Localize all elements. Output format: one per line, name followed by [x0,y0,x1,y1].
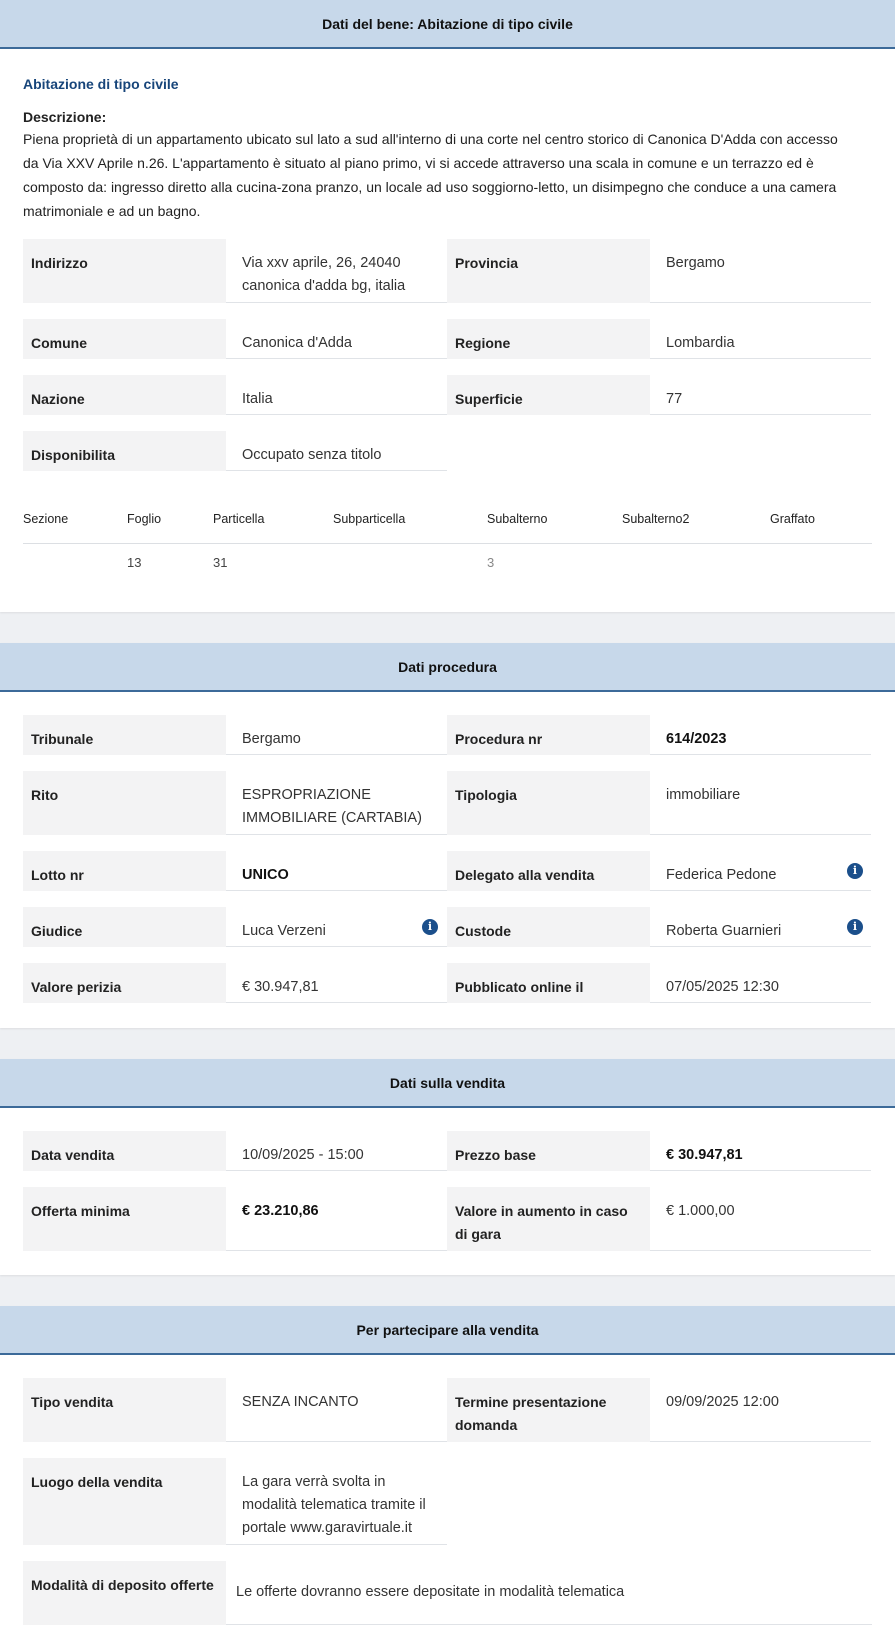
description-text: Piena proprietà di un appartamento ubica… [23,131,838,219]
catasto-header-graffato: Graffato [770,512,815,526]
value-tipologia: immobiliare [650,771,871,835]
label-superficie: Superficie [447,375,650,415]
label-custode: Custode [447,907,650,947]
custode-info-icon[interactable]: i [847,919,863,935]
value-valore-perizia: € 30.947,81 [226,963,447,1003]
value-valore-aumento: € 1.000,00 [650,1187,871,1251]
label-provincia: Provincia [447,239,650,303]
panel-dati-vendita: Dati sulla vendita Data vendita 10/09/20… [0,1059,895,1275]
value-data-vendita: 10/09/2025 - 15:00 [226,1131,447,1171]
catasto-header-subalterno2: Subalterno2 [622,512,690,526]
label-valore-perizia: Valore perizia [23,963,226,1003]
label-modalita-deposito: Modalità di deposito offerte [23,1561,226,1625]
panel-dati-bene: Dati del bene: Abitazione di tipo civile… [0,0,895,612]
value-regione: Lombardia [650,319,871,359]
panel-header: Per partecipare alla vendita [0,1306,895,1355]
label-data-vendita: Data vendita [23,1131,226,1171]
delegato-info-icon[interactable]: i [847,863,863,879]
value-nazione: Italia [226,375,447,415]
value-luogo-vendita: La gara verrà svolta in modalità telemat… [226,1458,447,1545]
label-rito: Rito [23,771,226,835]
value-indirizzo: Via xxv aprile, 26, 24040 canonica d'add… [226,239,447,303]
value-comune: Canonica d'Adda [226,319,447,359]
value-modalita-deposito: Le offerte dovranno essere depositate in… [226,1561,872,1625]
label-indirizzo: Indirizzo [23,239,226,303]
value-prezzo-base: € 30.947,81 [650,1131,871,1171]
catasto-header-subalterno: Subalterno [487,512,548,526]
label-nazione: Nazione [23,375,226,415]
label-procedura-nr: Procedura nr [447,715,650,755]
label-valore-aumento: Valore in aumento in caso di gara [447,1187,650,1251]
label-prezzo-base: Prezzo base [447,1131,650,1171]
label-luogo-vendita: Luogo della vendita [23,1458,226,1545]
value-pubblicato: 07/05/2025 12:30 [650,963,871,1003]
value-delegato: Federica Pedone [650,851,871,891]
label-tribunale: Tribunale [23,715,226,755]
panel-header: Dati procedura [0,643,895,692]
panel-header: Dati del bene: Abitazione di tipo civile [0,0,895,49]
label-pubblicato: Pubblicato online il [447,963,650,1003]
value-disponibilita: Occupato senza titolo [226,431,447,471]
value-provincia: Bergamo [650,239,871,303]
label-termine-domanda: Termine presentazione domanda [447,1378,650,1442]
panel-header: Dati sulla vendita [0,1059,895,1108]
catasto-header-particella: Particella [213,512,265,526]
label-tipologia: Tipologia [447,771,650,835]
label-delegato: Delegato alla vendita [447,851,650,891]
value-termine-domanda: 09/09/2025 12:00 [650,1378,871,1442]
label-regione: Regione [447,319,650,359]
value-giudice: Luca Verzeni [226,907,447,947]
value-rito: ESPROPRIAZIONE IMMOBILIARE (CARTABIA) [226,771,447,835]
label-offerta-minima: Offerta minima [23,1187,226,1251]
value-procedura-nr: 614/2023 [650,715,871,755]
description-label: Descrizione: [23,109,107,125]
value-tribunale: Bergamo [226,715,447,755]
catasto-divider [23,543,872,544]
panel-partecipare: Per partecipare alla vendita Tipo vendit… [0,1306,895,1651]
catasto-value-particella: 31 [213,555,228,570]
value-offerta-minima: € 23.210,86 [226,1187,447,1251]
value-tipo-vendita: SENZA INCANTO [226,1378,447,1442]
label-disponibilita: Disponibilita [23,431,226,471]
label-comune: Comune [23,319,226,359]
catasto-header-foglio: Foglio [127,512,162,526]
label-giudice: Giudice [23,907,226,947]
label-tipo-vendita: Tipo vendita [23,1378,226,1442]
value-lotto-nr: UNICO [226,851,447,891]
value-custode: Roberta Guarnieri [650,907,871,947]
catasto-header-subparticella: Subparticella [333,512,406,526]
panel-dati-procedura: Dati procedura Tribunale Bergamo Procedu… [0,643,895,1028]
giudice-info-icon[interactable]: i [422,919,438,935]
catasto-header-sezione: Sezione [23,512,69,526]
catasto-value-subalterno: 3 [487,555,495,570]
catasto-value-foglio: 13 [127,555,142,570]
bene-subtitle: Abitazione di tipo civile [23,76,179,92]
value-superficie: 77 [650,375,871,415]
label-lotto-nr: Lotto nr [23,851,226,891]
